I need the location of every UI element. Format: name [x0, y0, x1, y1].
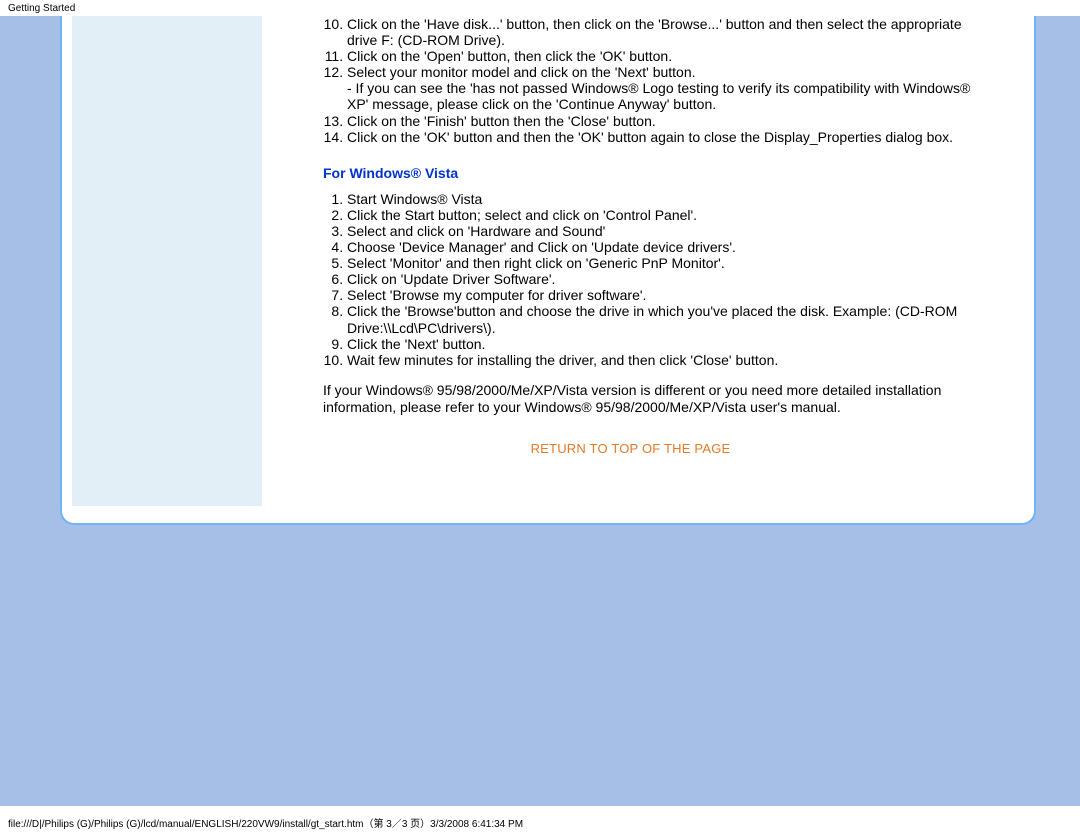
footer-path: file:///D|/Philips (G)/Philips (G)/lcd/m… — [8, 815, 523, 830]
sidebar-placeholder — [72, 16, 262, 506]
page-background: Click on the 'Have disk...' button, then… — [0, 16, 1080, 806]
list-item: Select 'Browse my computer for driver so… — [347, 287, 994, 303]
list-item: Click the 'Browse'button and choose the … — [347, 303, 994, 335]
list-item: Select and click on 'Hardware and Sound' — [347, 223, 994, 239]
list-item: Click on 'Update Driver Software'. — [347, 271, 994, 287]
list-item: Click the 'Next' button. — [347, 336, 994, 352]
list-item: Click on the 'Open' button, then click t… — [347, 48, 994, 64]
note-paragraph: If your Windows® 95/98/2000/Me/XP/Vista … — [323, 382, 994, 416]
vista-steps-list: Start Windows® Vista Click the Start but… — [267, 191, 994, 368]
return-to-top-link[interactable]: RETURN TO TOP OF THE PAGE — [267, 441, 994, 456]
list-item: Choose 'Device Manager' and Click on 'Up… — [347, 239, 994, 255]
list-item: Click on the 'OK' button and then the 'O… — [347, 129, 994, 145]
list-item: Select 'Monitor' and then right click on… — [347, 255, 994, 271]
page-header: Getting Started — [0, 0, 1080, 16]
main-content: Click on the 'Have disk...' button, then… — [267, 16, 1024, 513]
xp-steps-list: Click on the 'Have disk...' button, then… — [267, 16, 994, 145]
list-item: Start Windows® Vista — [347, 191, 994, 207]
list-item: Select your monitor model and click on t… — [347, 64, 994, 112]
list-item: Click on the 'Finish' button then the 'C… — [347, 113, 994, 129]
vista-heading: For Windows® Vista — [323, 165, 994, 181]
list-item: Click the Start button; select and click… — [347, 207, 994, 223]
list-item: Wait few minutes for installing the driv… — [347, 352, 994, 368]
content-card: Click on the 'Have disk...' button, then… — [60, 16, 1036, 525]
list-item: Click on the 'Have disk...' button, then… — [347, 16, 994, 48]
